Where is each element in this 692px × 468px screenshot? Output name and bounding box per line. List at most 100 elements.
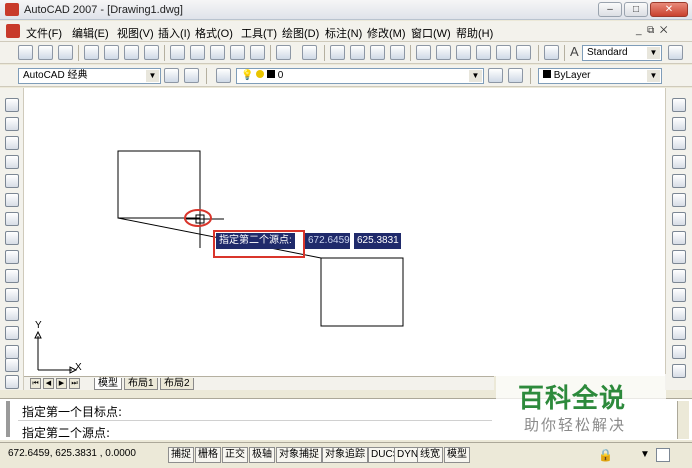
- menu-tools[interactable]: 工具(T): [241, 25, 277, 41]
- close-button[interactable]: ✕: [650, 2, 688, 17]
- zoom-window-icon[interactable]: [370, 45, 385, 60]
- stretch-icon[interactable]: [672, 250, 686, 264]
- menu-modify[interactable]: 修改(M): [367, 25, 406, 41]
- menu-draw[interactable]: 绘图(D): [282, 25, 319, 41]
- menu-dimension[interactable]: 标注(N): [325, 25, 362, 41]
- first-tab-icon[interactable]: ⏮: [30, 378, 41, 389]
- text-style-select[interactable]: Standard ▼: [582, 45, 662, 61]
- block-editor-icon[interactable]: [250, 45, 265, 60]
- spline-icon[interactable]: [5, 250, 19, 264]
- properties-icon[interactable]: [416, 45, 431, 60]
- workspace-select[interactable]: AutoCAD 经典 ▼: [18, 68, 161, 84]
- tool-palettes-icon[interactable]: [456, 45, 471, 60]
- move-icon[interactable]: [672, 193, 686, 207]
- 3d-dwf-icon[interactable]: [144, 45, 159, 60]
- workspace-settings-icon[interactable]: [164, 68, 179, 83]
- make-layer-current-icon[interactable]: [488, 68, 503, 83]
- layer-manager-icon[interactable]: [216, 68, 231, 83]
- construction-line-icon[interactable]: [5, 117, 19, 131]
- point-icon[interactable]: [5, 345, 19, 359]
- break-icon[interactable]: [672, 326, 686, 340]
- maximize-button[interactable]: □: [624, 2, 648, 17]
- zoom-previous-icon[interactable]: [390, 45, 405, 60]
- communication-center-icon[interactable]: 🔒: [598, 448, 613, 462]
- make-block-icon[interactable]: [5, 326, 19, 340]
- menu-view[interactable]: 视图(V): [117, 25, 154, 41]
- insert-block-icon[interactable]: [5, 307, 19, 321]
- chevron-down-icon[interactable]: ▼: [647, 70, 660, 82]
- copy-object-icon[interactable]: [672, 117, 686, 131]
- paste-icon[interactable]: [210, 45, 225, 60]
- chevron-down-icon[interactable]: ▼: [146, 70, 159, 82]
- model-button[interactable]: 模型: [444, 447, 470, 463]
- menu-edit[interactable]: 编辑(E): [72, 25, 109, 41]
- region-icon[interactable]: [5, 375, 19, 389]
- design-center-icon[interactable]: [436, 45, 451, 60]
- dynamic-y-input[interactable]: 625.3831: [354, 233, 401, 249]
- command-scrollbar[interactable]: [677, 401, 689, 439]
- target-square[interactable]: [320, 257, 404, 327]
- last-tab-icon[interactable]: ⏭: [69, 378, 80, 389]
- otrack-button[interactable]: 对象追踪: [322, 447, 368, 463]
- rotate-icon[interactable]: [672, 212, 686, 226]
- publish-icon[interactable]: [124, 45, 139, 60]
- match-properties-icon[interactable]: [230, 45, 245, 60]
- zoom-realtime-icon[interactable]: [350, 45, 365, 60]
- print-icon[interactable]: [84, 45, 99, 60]
- autocad-app-icon[interactable]: [5, 3, 19, 16]
- menu-insert[interactable]: 插入(I): [158, 25, 190, 41]
- ellipse-arc-icon[interactable]: [5, 288, 19, 302]
- coordinate-readout[interactable]: 672.6459, 625.3831 , 0.0000: [8, 448, 136, 459]
- snap-button[interactable]: 捕捉: [168, 447, 194, 463]
- mirror-icon[interactable]: [672, 136, 686, 150]
- redo-icon[interactable]: [302, 45, 317, 60]
- dim-style-icon[interactable]: [668, 45, 683, 60]
- menu-help[interactable]: 帮助(H): [456, 25, 493, 41]
- line-icon[interactable]: [5, 98, 19, 112]
- tab-model[interactable]: 模型: [94, 378, 122, 390]
- calculator-icon[interactable]: [516, 45, 531, 60]
- cut-icon[interactable]: [170, 45, 185, 60]
- erase-icon[interactable]: [672, 98, 686, 112]
- next-tab-icon[interactable]: ▶: [56, 378, 67, 389]
- markup-icon[interactable]: [496, 45, 511, 60]
- polyline-icon[interactable]: [5, 136, 19, 150]
- help-icon[interactable]: [544, 45, 559, 60]
- chevron-down-icon[interactable]: ▼: [647, 47, 660, 59]
- osnap-button[interactable]: 对象捕捉: [276, 447, 322, 463]
- doc-window-controls[interactable]: _ ⧉ ✕: [636, 25, 686, 36]
- ortho-button[interactable]: 正交: [222, 447, 248, 463]
- layer-select[interactable]: 💡 0 ▼: [236, 68, 484, 84]
- chevron-down-icon[interactable]: ▼: [640, 449, 650, 460]
- menu-format[interactable]: 格式(O): [195, 25, 233, 41]
- trim-icon[interactable]: [672, 269, 686, 283]
- tab-layout2[interactable]: 布局2: [160, 378, 194, 390]
- lineweight-button[interactable]: 线宽: [417, 447, 443, 463]
- command-grip[interactable]: [6, 401, 10, 437]
- workspace-save-icon[interactable]: [184, 68, 199, 83]
- color-select[interactable]: ByLayer ▼: [538, 68, 662, 84]
- clean-screen-icon[interactable]: [656, 448, 670, 462]
- pan-icon[interactable]: [330, 45, 345, 60]
- menu-file[interactable]: 文件(F): [26, 25, 62, 41]
- join-icon[interactable]: [672, 345, 686, 359]
- polar-button[interactable]: 极轴: [249, 447, 275, 463]
- plot-preview-icon[interactable]: [104, 45, 119, 60]
- offset-icon[interactable]: [672, 155, 686, 169]
- rectangle-icon[interactable]: [5, 174, 19, 188]
- polygon-icon[interactable]: [5, 155, 19, 169]
- prev-tab-icon[interactable]: ◀: [43, 378, 54, 389]
- dynamic-x-input[interactable]: 672.6459: [305, 233, 350, 249]
- document-icon[interactable]: [6, 24, 20, 38]
- new-icon[interactable]: [18, 45, 33, 60]
- array-icon[interactable]: [672, 174, 686, 188]
- revision-cloud-icon[interactable]: [5, 231, 19, 245]
- ellipse-icon[interactable]: [5, 269, 19, 283]
- open-icon[interactable]: [38, 45, 53, 60]
- copy-icon[interactable]: [190, 45, 205, 60]
- source-square[interactable]: [117, 150, 201, 219]
- tab-layout1[interactable]: 布局1: [124, 378, 158, 390]
- minimize-button[interactable]: –: [598, 2, 622, 17]
- arc-icon[interactable]: [5, 193, 19, 207]
- drawing-canvas[interactable]: Y X 指定第二个源点: 672.6459 625.3831: [24, 88, 665, 376]
